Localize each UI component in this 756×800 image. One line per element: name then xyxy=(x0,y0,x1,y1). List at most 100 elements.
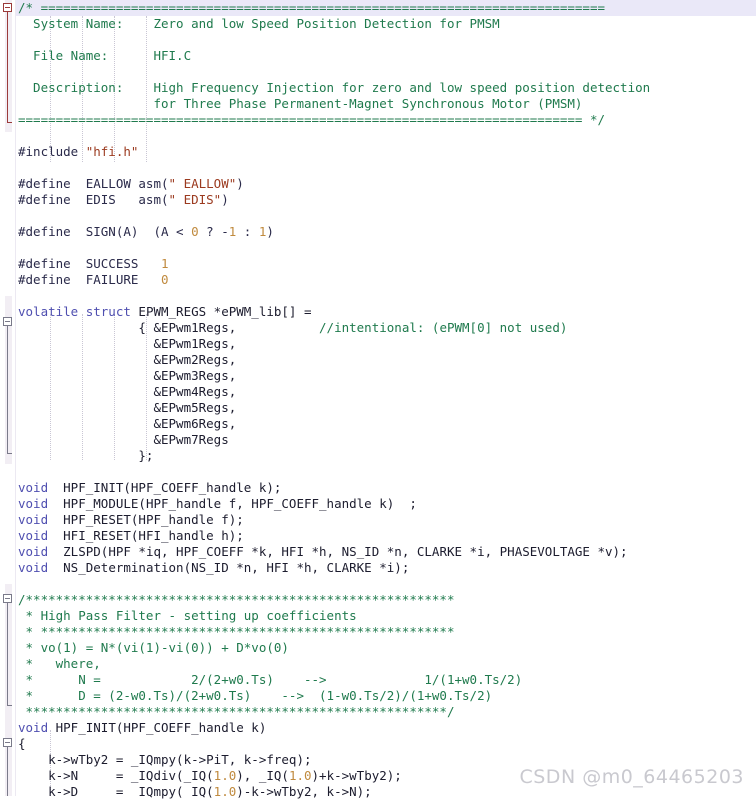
code-line[interactable]: * N = 2/(2+w0.Ts) --> 1/(1+w0.Ts/2) xyxy=(0,672,756,688)
code-token-cmt: File Name: HFI.C xyxy=(18,48,192,63)
code-token-cmt: * where, xyxy=(18,656,101,671)
code-line[interactable]: ****************************************… xyxy=(0,704,756,720)
code-line[interactable]: void NS_Determination(NS_ID *n, HFI *h, … xyxy=(0,560,756,576)
code-line[interactable]: &EPwm5Regs, xyxy=(0,400,756,416)
code-line[interactable]: for Three Phase Permanent-Magnet Synchro… xyxy=(0,96,756,112)
editor-fold-gutter[interactable] xyxy=(0,0,16,796)
code-line[interactable]: /* =====================================… xyxy=(0,0,756,16)
fold-toggle-icon[interactable] xyxy=(3,317,12,326)
code-line[interactable]: * where, xyxy=(0,656,756,672)
code-token-pl: EPWM_REGS *ePWM_lib[] = xyxy=(138,304,312,319)
code-line[interactable]: &EPwm3Regs, xyxy=(0,368,756,384)
fold-toggle-icon[interactable] xyxy=(3,594,12,603)
code-line[interactable]: #define SIGN(A) (A < 0 ? -1 : 1) xyxy=(0,224,756,240)
code-line[interactable] xyxy=(0,160,756,176)
code-token-pl: k->D = IQmpy( IQ( xyxy=(18,784,214,799)
code-line[interactable]: }; xyxy=(0,448,756,464)
code-line-text: * vo(1) = N*(vi(1)-vi(0)) + D*vo(0) xyxy=(18,640,289,656)
code-line[interactable]: { &EPwm1Regs, //intentional: (ePWM[0] no… xyxy=(0,320,756,336)
code-token-cmt: * **************************************… xyxy=(18,624,455,639)
code-line-text: /* =====================================… xyxy=(18,0,605,16)
code-text-area[interactable]: /* =====================================… xyxy=(0,0,756,799)
code-line[interactable]: /***************************************… xyxy=(0,592,756,608)
code-line[interactable]: * vo(1) = N*(vi(1)-vi(0)) + D*vo(0) xyxy=(0,640,756,656)
code-token-pl: HFI_RESET(HFI_handle h); xyxy=(48,528,244,543)
code-line[interactable]: #define EDIS asm(" EDIS") xyxy=(0,192,756,208)
code-line[interactable]: { xyxy=(0,736,756,752)
fold-region-line xyxy=(7,326,8,453)
code-line[interactable]: * High Pass Filter - setting up coeffici… xyxy=(0,608,756,624)
fold-region-end xyxy=(7,453,12,454)
code-line-text: #define EDIS asm(" EDIS") xyxy=(18,192,229,208)
code-line[interactable]: ========================================… xyxy=(0,112,756,128)
code-line[interactable]: void HPF_INIT(HPF_COEFF_handle k) xyxy=(0,720,756,736)
code-line[interactable]: #include "hfi.h" xyxy=(0,144,756,160)
code-line[interactable] xyxy=(0,32,756,48)
code-line-text: k->wTby2 = _IQmpy(k->PiT, k->freq); xyxy=(18,752,311,768)
code-line[interactable]: * D = (2-w0.Ts)/(2+w0.Ts) --> (1-w0.Ts/2… xyxy=(0,688,756,704)
code-token-pl: )+k->wTby2); xyxy=(311,768,402,783)
code-line[interactable]: &EPwm7Regs xyxy=(0,432,756,448)
code-line[interactable]: void ZLSPD(HPF *iq, HPF_COEFF *k, HFI *h… xyxy=(0,544,756,560)
code-line[interactable] xyxy=(0,464,756,480)
code-line-text: System Name: Zero and low Speed Position… xyxy=(18,16,500,32)
code-line[interactable]: File Name: HFI.C xyxy=(0,48,756,64)
code-token-pp: ? - xyxy=(198,224,229,239)
code-line[interactable]: &EPwm6Regs, xyxy=(0,416,756,432)
fold-toggle-icon[interactable] xyxy=(3,3,12,12)
code-token-pl: NS_Determination(NS_ID *n, HFI *h, CLARK… xyxy=(48,560,410,575)
code-line-text: &EPwm4Regs, xyxy=(18,384,236,400)
code-line[interactable]: #define SUCCESS 1 xyxy=(0,256,756,272)
code-token-cmt: * N = 2/(2+w0.Ts) --> 1/(1+w0.Ts/2) xyxy=(18,672,523,687)
code-line[interactable] xyxy=(0,240,756,256)
code-line[interactable]: #define FAILURE 0 xyxy=(0,272,756,288)
code-line-text: #define SIGN(A) (A < 0 ? -1 : 1) xyxy=(18,224,274,240)
code-line-text: k->D = IQmpy( IQ(1.0)-k->wTby2, k->N); xyxy=(18,784,372,800)
code-line[interactable] xyxy=(0,208,756,224)
code-token-kw: void xyxy=(18,480,49,495)
code-line-text: void ZLSPD(HPF *iq, HPF_COEFF *k, HFI *h… xyxy=(18,544,628,560)
code-token-num: 1 xyxy=(161,256,169,271)
code-line-text: &EPwm3Regs, xyxy=(18,368,236,384)
code-line[interactable] xyxy=(0,128,756,144)
code-line[interactable]: * **************************************… xyxy=(0,624,756,640)
code-line[interactable] xyxy=(0,64,756,80)
code-token-str: " EALLOW" xyxy=(168,176,237,191)
code-line-text: void NS_Determination(NS_ID *n, HFI *h, … xyxy=(18,560,409,576)
code-token-pl: &EPwm4Regs, xyxy=(18,384,237,399)
code-line-text: volatile struct EPWM_REGS *ePWM_lib[] = xyxy=(18,304,312,320)
fold-region-end xyxy=(7,122,12,123)
code-line[interactable]: Description: High Frequency Injection fo… xyxy=(0,80,756,96)
code-token-str: "hfi.h" xyxy=(85,144,139,159)
code-line[interactable]: void HPF_RESET(HPF_handle f); xyxy=(0,512,756,528)
code-line[interactable]: void HFI_RESET(HFI_handle h); xyxy=(0,528,756,544)
code-line[interactable]: &EPwm2Regs, xyxy=(0,352,756,368)
code-line[interactable] xyxy=(0,288,756,304)
code-line-text: { &EPwm1Regs, //intentional: (ePWM[0] no… xyxy=(18,320,567,336)
code-token-pl: HPF_INIT(HPF_COEFF_handle k) xyxy=(48,720,267,735)
code-token-pp: #define EALLOW asm( xyxy=(18,176,169,191)
fold-toggle-icon[interactable] xyxy=(3,738,12,747)
code-token-pl: ), _IQ( xyxy=(236,768,289,783)
code-line[interactable]: &EPwm4Regs, xyxy=(0,384,756,400)
code-line[interactable]: void HPF_INIT(HPF_COEFF_handle k); xyxy=(0,480,756,496)
code-line[interactable]: void HPF_MODULE(HPF_handle f, HPF_COEFF_… xyxy=(0,496,756,512)
code-line[interactable]: &EPwm1Regs, xyxy=(0,336,756,352)
code-line-text: /***************************************… xyxy=(18,592,455,608)
code-line-text: * N = 2/(2+w0.Ts) --> 1/(1+w0.Ts/2) xyxy=(18,672,523,688)
code-line-text: &EPwm6Regs, xyxy=(18,416,236,432)
code-token-pl: HPF_MODULE(HPF_handle f, HPF_COEFF_handl… xyxy=(48,496,417,511)
code-token-cmt: /***************************************… xyxy=(18,592,455,607)
code-token-num: 1.0 xyxy=(213,768,237,783)
code-token-cmt: //intentional: (ePWM[0] not used) xyxy=(319,320,568,335)
code-line[interactable]: volatile struct EPWM_REGS *ePWM_lib[] = xyxy=(0,304,756,320)
fold-region-end xyxy=(7,705,12,706)
fold-region-line xyxy=(7,747,8,796)
code-line[interactable] xyxy=(0,576,756,592)
code-line[interactable]: System Name: Zero and low Speed Position… xyxy=(0,16,756,32)
code-line-text: k->N = _IQdiv(_IQ(1.0), _IQ(1.0)+k->wTby… xyxy=(18,768,402,784)
code-line[interactable]: #define EALLOW asm(" EALLOW") xyxy=(0,176,756,192)
code-token-pl: &EPwm5Regs, xyxy=(18,400,237,415)
code-token-pp: ) xyxy=(266,224,274,239)
code-editor[interactable]: /* =====================================… xyxy=(0,0,756,799)
